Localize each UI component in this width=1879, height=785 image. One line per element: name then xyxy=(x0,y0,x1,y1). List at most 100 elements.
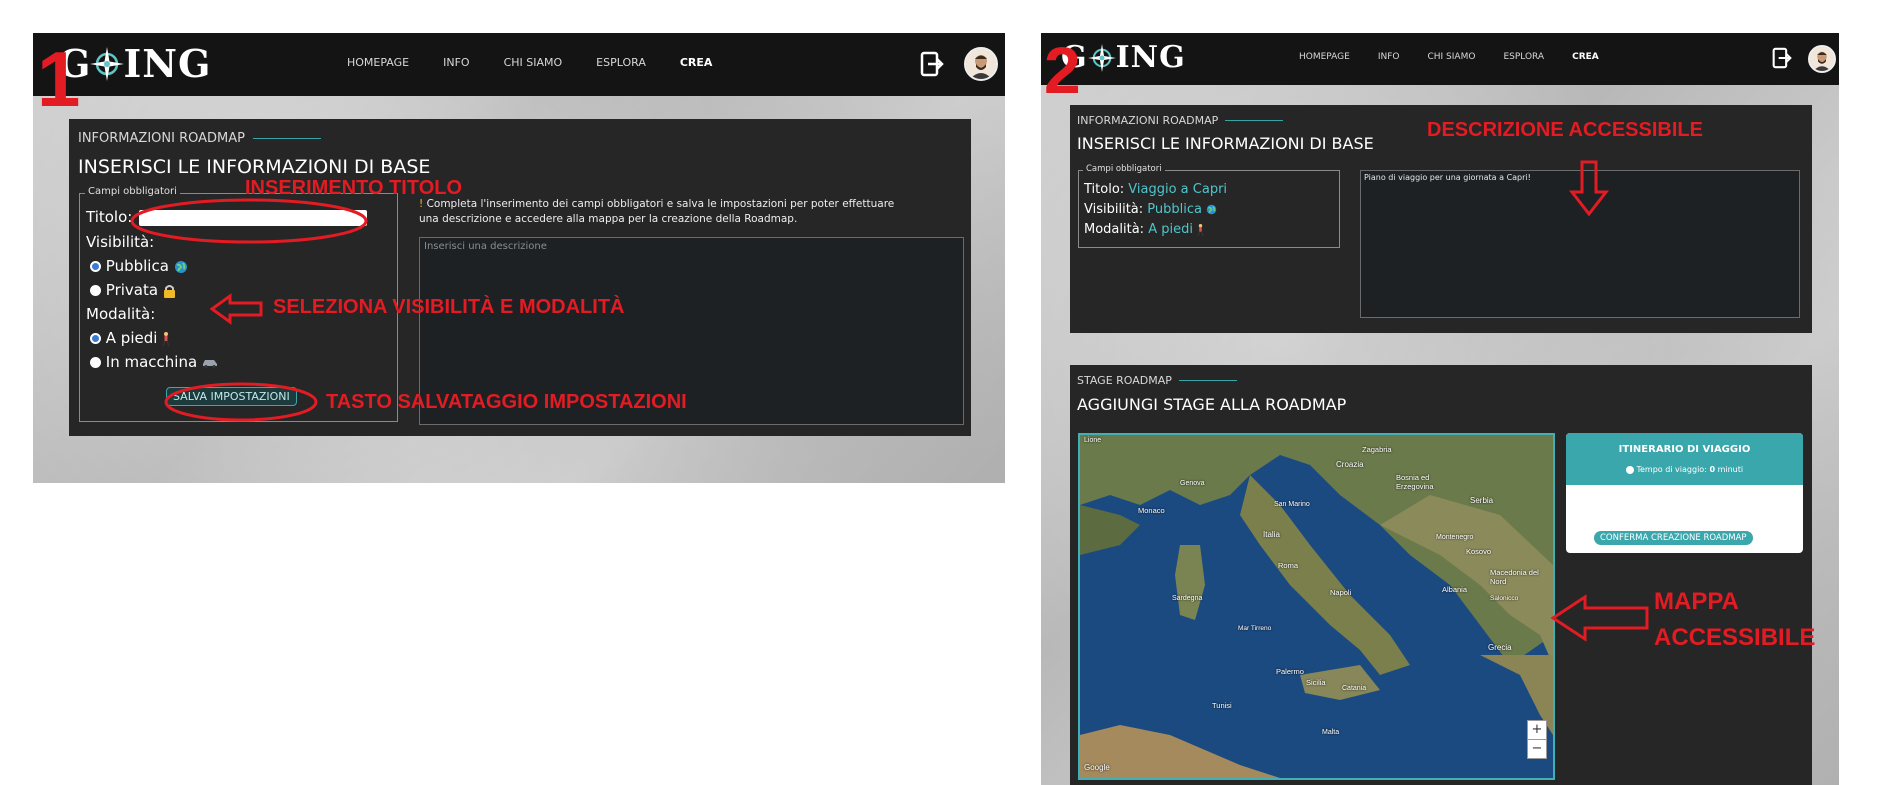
section-label: INFORMAZIONI ROADMAP xyxy=(78,131,321,146)
mode-label: Modalità: xyxy=(1084,222,1145,237)
walking-person-icon xyxy=(162,331,170,346)
travel-time-unit: minuti xyxy=(1717,465,1744,474)
mode-option-car[interactable]: In macchina xyxy=(90,353,218,371)
globe-icon xyxy=(1206,204,1217,215)
logout-icon[interactable] xyxy=(1772,47,1792,69)
travel-time-row: Tempo di viaggio: 0 minuti xyxy=(1566,465,1803,474)
description-text: Piano di viaggio per una giornata a Capr… xyxy=(1364,173,1531,182)
itinerary-header: ITINERARIO DI VIAGGIO Tempo di viaggio: … xyxy=(1566,433,1803,485)
required-fields-fieldset: Campi obbligatori Titolo: Viaggio a Capr… xyxy=(1078,164,1340,248)
title-value: Viaggio a Capri xyxy=(1128,182,1228,197)
section-label-text: INFORMAZIONI ROADMAP xyxy=(1077,114,1219,127)
page-title: INSERISCI LE INFORMAZIONI DI BASE xyxy=(1077,134,1374,153)
page-title: INSERISCI LE INFORMAZIONI DI BASE xyxy=(78,156,431,178)
annotation-map-line2: ACCESSIBILE xyxy=(1654,624,1816,651)
nav-chi-siamo[interactable]: CHI SIAMO xyxy=(1427,52,1475,62)
map-label-croazia: Croazia xyxy=(1336,460,1364,469)
radio-selected-icon[interactable] xyxy=(90,333,101,344)
map-label-genova: Genova xyxy=(1180,480,1205,487)
private-label: Privata xyxy=(105,281,159,299)
annotation-map-arrow xyxy=(1551,594,1649,642)
map-label-macedonia: Macedonia del Nord xyxy=(1490,568,1539,586)
section-label-line xyxy=(1178,380,1237,381)
interactive-map[interactable]: Lione Genova Monaco Croazia Zagabria Bos… xyxy=(1078,433,1555,780)
radio-unselected-icon[interactable] xyxy=(90,285,101,296)
avatar[interactable] xyxy=(964,47,998,81)
logout-icon[interactable] xyxy=(920,51,944,77)
map-label-zagabria: Zagabria xyxy=(1362,445,1392,454)
satellite-map-image xyxy=(1080,435,1553,778)
zoom-in-button[interactable]: + xyxy=(1527,720,1547,740)
visibility-value: Pubblica xyxy=(1147,202,1202,217)
walk-label: A piedi xyxy=(105,329,158,347)
visibility-option-private[interactable]: Privata xyxy=(90,281,176,299)
nav-info[interactable]: INFO xyxy=(443,56,469,69)
map-label-malta: Malta xyxy=(1322,729,1340,736)
annotation-map-line1: MAPPA xyxy=(1654,588,1739,615)
map-label-sicilia: Sicilia xyxy=(1306,678,1326,687)
map-label-lione: Lione xyxy=(1084,437,1102,444)
nav-crea[interactable]: CREA xyxy=(680,56,713,69)
stage-title: AGGIUNGI STAGE ALLA ROADMAP xyxy=(1077,395,1347,414)
section-label: INFORMAZIONI ROADMAP xyxy=(1077,114,1284,127)
map-label-italia: Italia xyxy=(1263,530,1280,539)
annotation-description: DESCRIZIONE ACCESSIBILE xyxy=(1427,119,1703,141)
annotation-visibility-arrow xyxy=(210,293,263,325)
nav-chi-siamo[interactable]: CHI SIAMO xyxy=(504,56,563,69)
avatar[interactable] xyxy=(1808,45,1836,73)
map-label-sardegna: Sardegna xyxy=(1172,595,1203,602)
title-row: Titolo: Viaggio a Capri xyxy=(1084,182,1227,197)
nav-esplora[interactable]: ESPLORA xyxy=(596,56,646,69)
nav-homepage[interactable]: HOMEPAGE xyxy=(347,56,409,69)
mode-label: Modalità: xyxy=(86,305,156,323)
radio-unselected-icon[interactable] xyxy=(90,357,101,368)
map-label-san-marino: San Marino xyxy=(1274,501,1310,508)
itinerary-card: ITINERARIO DI VIAGGIO Tempo di viaggio: … xyxy=(1566,433,1803,553)
map-label-catania: Catania xyxy=(1342,685,1367,692)
itinerary-title: ITINERARIO DI VIAGGIO xyxy=(1618,444,1751,455)
visibility-option-public[interactable]: Pubblica xyxy=(90,257,188,275)
annotation-visibility: SELEZIONA VISIBILITÀ E MODALITÀ xyxy=(273,296,625,318)
going-logo[interactable]: G ING xyxy=(58,41,211,86)
annotation-save-ellipse xyxy=(164,382,318,422)
nav-homepage[interactable]: HOMEPAGE xyxy=(1299,52,1350,62)
annotation-save: TASTO SALVATAGGIO IMPOSTAZIONI xyxy=(326,391,687,413)
section-label-line xyxy=(252,138,321,139)
user-avatar-icon xyxy=(966,49,996,79)
car-icon xyxy=(202,359,217,368)
zoom-out-button[interactable]: − xyxy=(1527,739,1547,759)
info-notice: ! Completa l'inserimento dei campi obbli… xyxy=(419,197,899,226)
google-logo: Google xyxy=(1084,763,1110,772)
nav-esplora[interactable]: ESPLORA xyxy=(1503,52,1544,62)
section-label-line xyxy=(1225,120,1284,121)
top-navbar: G ING HOMEPAGE INFO CHI SIAMO ESPLORA CR… xyxy=(1041,33,1839,85)
map-label-serbia: Serbia xyxy=(1470,496,1494,505)
clock-icon xyxy=(1625,465,1634,474)
stage-label-text: STAGE ROADMAP xyxy=(1077,374,1172,387)
stage-section-label: STAGE ROADMAP xyxy=(1077,374,1237,387)
car-label: In macchina xyxy=(105,353,198,371)
confirm-roadmap-button[interactable]: CONFERMA CREAZIONE ROADMAP xyxy=(1594,531,1753,545)
title-label: Titolo: xyxy=(1084,182,1125,197)
stage-roadmap-panel: STAGE ROADMAP AGGIUNGI STAGE ALLA ROADMA… xyxy=(1070,365,1812,785)
title-label: Titolo: xyxy=(86,208,133,226)
mode-option-walk[interactable]: A piedi xyxy=(90,329,170,347)
compass-logo-icon xyxy=(90,46,125,81)
annotation-title: INSERIMENTO TITOLO xyxy=(245,177,463,199)
mode-row: Modalità: A piedi xyxy=(1084,222,1204,237)
nav-crea[interactable]: CREA xyxy=(1572,52,1599,62)
screenshot-1: G ING HOMEPAGE INFO CHI SIAMO ESPLORA CR… xyxy=(33,33,1005,483)
map-label-albania: Albania xyxy=(1442,585,1468,594)
nav-info[interactable]: INFO xyxy=(1378,52,1400,62)
map-label-montenegro: Montenegro xyxy=(1436,534,1474,541)
main-nav: HOMEPAGE INFO CHI SIAMO ESPLORA CREA xyxy=(1299,52,1599,62)
user-avatar-icon xyxy=(1810,47,1834,71)
map-label-napoli: Napoli xyxy=(1330,588,1352,597)
screenshot-2: G ING HOMEPAGE INFO CHI SIAMO ESPLORA CR… xyxy=(1041,33,1839,785)
travel-time-value: 0 xyxy=(1709,465,1716,474)
map-label-mar-tirreno: Mar Tirreno xyxy=(1238,625,1272,632)
map-label-tunisi: Tunisi xyxy=(1212,701,1232,710)
annotation-down-arrow xyxy=(1569,160,1609,216)
radio-selected-icon[interactable] xyxy=(90,261,101,272)
map-label-bosnia: Bosnia ed Erzegovina xyxy=(1396,473,1434,491)
